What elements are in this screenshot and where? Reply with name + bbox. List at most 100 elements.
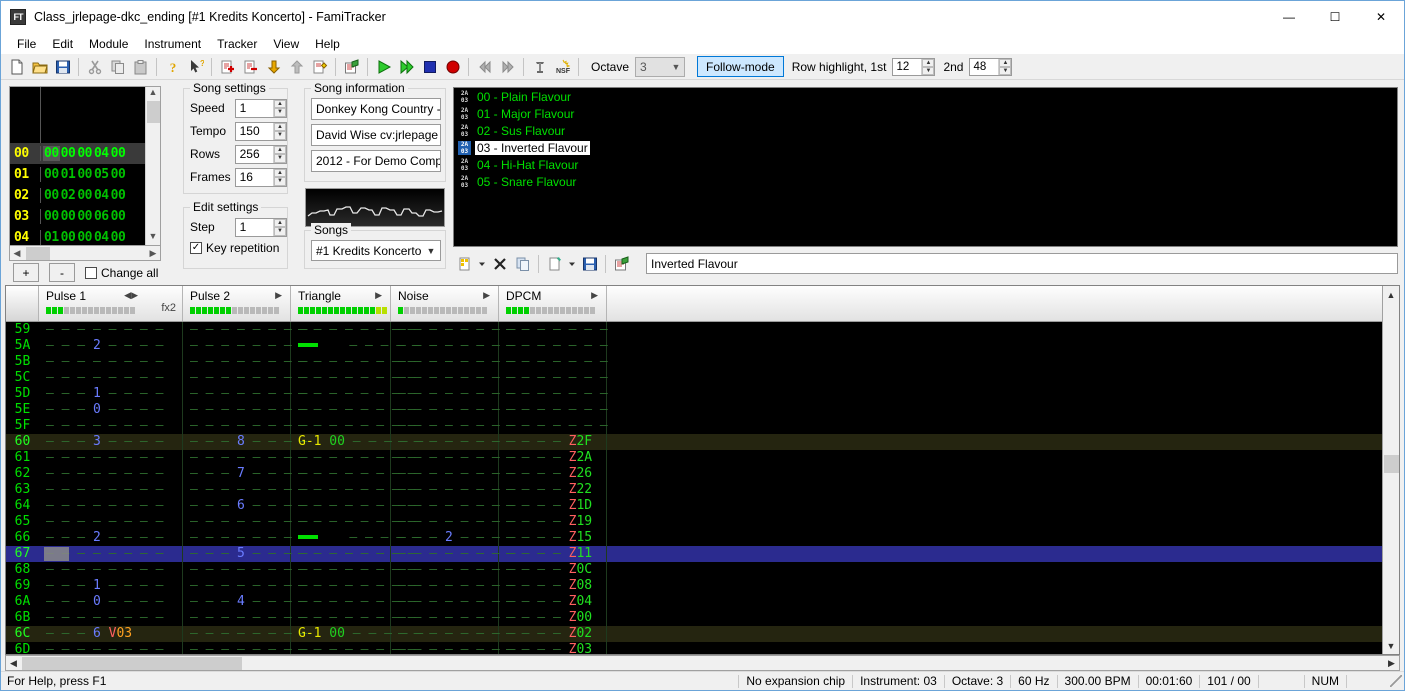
pattern-cell[interactable]: – – – – Z22 [499, 482, 607, 498]
pattern-cell[interactable]: – – – – Z04 [499, 594, 607, 610]
row-highlight-first-spinner[interactable]: 12 ▲ ▼ [892, 57, 936, 76]
pattern-cell[interactable]: – – – – – – – [499, 402, 608, 418]
frame-cell[interactable]: 01 [60, 167, 77, 182]
song-setting-spinner[interactable]: 1 ▲ ▼ [234, 98, 287, 118]
frame-row[interactable]: 04 01 00 00 04 00 [10, 227, 145, 245]
close-button[interactable]: ✕ [1358, 1, 1404, 33]
pattern-row[interactable]: 6D – – – – – – – – – – – – – – – – – – – – … [6, 642, 1382, 654]
visualizer[interactable] [305, 188, 445, 227]
channel-header-dpcm[interactable]: DPCM ▶ [499, 286, 607, 321]
pattern-cell[interactable]: – – – – – – – – [391, 562, 515, 578]
spinner-buttons[interactable]: ▲ ▼ [921, 58, 935, 75]
song-setting-spinner[interactable]: 150 ▲ ▼ [234, 121, 287, 141]
remove-frame-icon[interactable] [239, 56, 262, 78]
pattern-cell[interactable]: – – – – – – – – [39, 370, 183, 386]
pattern-cell[interactable]: – – – – Z08 [499, 578, 607, 594]
frame-cell[interactable]: 00 [43, 167, 60, 182]
resize-grip-icon[interactable] [1390, 675, 1402, 687]
pattern-cell[interactable]: – – – – – – – – [39, 466, 183, 482]
pattern-row[interactable]: 59– – – – – – – – – – – – – – – – – – – – … [6, 322, 1382, 338]
frame-cell[interactable]: 00 [76, 209, 93, 224]
pattern-cell[interactable]: – – – – – – – – [291, 418, 415, 434]
pattern-cell[interactable]: – – – – – – – – [183, 626, 307, 642]
spinner-buttons[interactable]: ▲ ▼ [273, 122, 286, 140]
pattern-cell[interactable]: – – – – Z2F [499, 434, 607, 450]
instrument-list-item[interactable]: 2A 03 04 - Hi-Hat Flavour [454, 156, 1397, 173]
maximize-button[interactable]: ☐ [1312, 1, 1358, 33]
spinner-up-icon[interactable]: ▲ [274, 145, 286, 154]
pattern-cell[interactable]: – – – – – – – – [183, 642, 307, 654]
pattern-cell[interactable]: – – – – – – – – [391, 434, 515, 450]
checkbox-box[interactable]: ✓ [190, 242, 202, 254]
pattern-cell[interactable]: – – – – – – – – [391, 466, 515, 482]
pattern-cell[interactable]: – – – – – – – [499, 322, 608, 338]
add-frame-button[interactable]: + [13, 263, 39, 282]
menu-module[interactable]: Module [81, 35, 136, 53]
follow-mode-button[interactable]: Follow-mode [697, 56, 784, 77]
pattern-cell[interactable]: – – – – – – – [499, 418, 608, 434]
pattern-cell[interactable]: – – – – Z15 [499, 530, 607, 546]
new-instrument-icon[interactable] [453, 253, 476, 275]
move-frame-down-icon[interactable] [262, 56, 285, 78]
pattern-row[interactable]: 68– – – – – – – – – – – – – – – – – – – – … [6, 562, 1382, 578]
instrument-list-item[interactable]: 2A 03 02 - Sus Flavour [454, 122, 1397, 139]
frame-row[interactable]: 02 00 02 00 04 00 [10, 185, 145, 206]
open-folder-icon[interactable] [28, 56, 51, 78]
save-disk-icon[interactable] [51, 56, 74, 78]
frame-cell[interactable]: 04 [93, 230, 110, 245]
spinner-down-icon[interactable]: ▼ [274, 154, 286, 163]
scroll-thumb[interactable] [26, 246, 50, 260]
next-frame-icon[interactable] [496, 56, 519, 78]
edit-instrument-icon[interactable] [610, 253, 633, 275]
pattern-cell[interactable]: – – – – – – – – [39, 498, 183, 514]
pattern-cell[interactable]: – – – – – – – – [291, 354, 415, 370]
pattern-cell[interactable]: – – – – – – – – [183, 578, 307, 594]
pattern-cell[interactable]: – – – – – – – – [291, 578, 415, 594]
module-properties-icon[interactable] [340, 56, 363, 78]
pattern-cell[interactable]: – – – – – – – – [39, 482, 183, 498]
pattern-cell[interactable]: – – – – – – – – [183, 482, 307, 498]
spinner-up-icon[interactable]: ▲ [999, 58, 1012, 67]
frame-vertical-scrollbar[interactable]: ▲ ▼ [145, 87, 160, 245]
spinner-down-icon[interactable]: ▼ [274, 177, 286, 186]
pattern-cell[interactable]: – – – – – – – – [391, 546, 515, 562]
help-question-icon[interactable]: ? [161, 56, 184, 78]
pattern-cell[interactable]: – – – – – – – – [391, 402, 515, 418]
artist-input[interactable]: David Wise cv:jrlepage [311, 124, 441, 146]
frame-cell[interactable]: 00 [43, 146, 60, 161]
pattern-cell[interactable]: – – – – – – – – [391, 322, 515, 338]
spinner-down-icon[interactable]: ▼ [274, 108, 286, 117]
pattern-cell[interactable]: – – – – – – – – [291, 610, 415, 626]
spinner-up-icon[interactable]: ▲ [922, 58, 935, 67]
menu-help[interactable]: Help [307, 35, 348, 53]
pattern-cell[interactable]: – – – 5 – – – – [183, 546, 307, 562]
pattern-cell[interactable]: – – – – – – – – [291, 546, 415, 562]
frame-row[interactable]: 01 00 01 00 05 00 [10, 164, 145, 185]
pattern-cell[interactable]: – – – – – – – [499, 354, 608, 370]
frame-cell[interactable]: 05 [93, 167, 110, 182]
frame-cell[interactable]: 00 [60, 146, 77, 161]
pattern-cell[interactable]: – – – – Z03 [499, 642, 607, 654]
menu-view[interactable]: View [265, 35, 307, 53]
scroll-left-icon[interactable]: ◀ [10, 248, 24, 259]
copy-icon[interactable] [106, 56, 129, 78]
pattern-cell[interactable]: – – – – Z02 [499, 626, 607, 642]
record-icon[interactable] [441, 56, 464, 78]
pattern-cell[interactable]: – – – 1 – – – – [39, 386, 183, 402]
spinner-up-icon[interactable]: ▲ [274, 168, 286, 177]
pattern-cell[interactable]: – – – – – – – – [291, 402, 415, 418]
pattern-row[interactable]: 61– – – – – – – – – – – – – – – – – – – – … [6, 450, 1382, 466]
channel-expand-arrows-icon[interactable]: ▶ [483, 290, 490, 301]
play-icon[interactable] [372, 56, 395, 78]
pattern-cell[interactable]: – – – – – – – – [391, 642, 515, 654]
add-frame-icon[interactable] [216, 56, 239, 78]
spinner-up-icon[interactable]: ▲ [274, 122, 286, 131]
pattern-cell[interactable]: – – – – – – – [499, 386, 608, 402]
pattern-cell[interactable]: – – – 2 – – – – [39, 530, 183, 546]
scroll-thumb[interactable] [1383, 455, 1399, 473]
scroll-right-icon[interactable]: ▶ [146, 248, 160, 259]
spinner-buttons[interactable]: ▲ ▼ [273, 168, 286, 186]
pattern-rows[interactable]: 59– – – – – – – – – – – – – – – – – – – – … [6, 322, 1382, 654]
scroll-up-icon[interactable]: ▲ [1383, 286, 1400, 303]
frame-cell[interactable]: 01 [43, 230, 60, 245]
